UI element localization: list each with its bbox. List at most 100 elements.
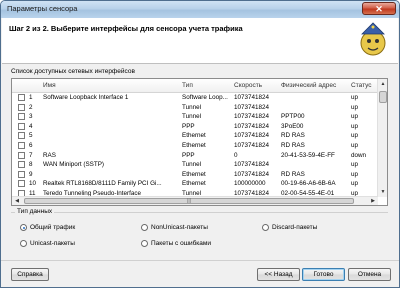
row-checkbox[interactable] xyxy=(18,151,25,159)
row-speed: 1073741824 xyxy=(234,113,270,121)
row-status: up xyxy=(351,161,359,169)
row-index: 9 xyxy=(29,170,33,178)
step-title: Шаг 2 из 2. Выберите интерфейсы для сенс… xyxy=(9,24,243,33)
table-row[interactable]: 8 WAN Miniport (SSTP) Tunnel 1073741824 … xyxy=(12,160,378,170)
row-status: up xyxy=(351,113,359,121)
scroll-up-icon[interactable]: ▲ xyxy=(378,79,387,89)
back-button[interactable]: << Назад xyxy=(257,268,300,281)
grip-icon: ||| xyxy=(187,198,191,204)
row-type: Ethernet xyxy=(182,180,206,188)
close-button[interactable]: ✕ xyxy=(362,2,396,15)
row-index: 2 xyxy=(29,103,33,111)
row-speed: 100000000 xyxy=(234,180,266,188)
table-row[interactable]: 10 Realtek RTL8168D/8111D Family PCI Gi.… xyxy=(12,179,378,189)
table-row[interactable]: 4 PPP 1073741824 3PoE00 up xyxy=(12,122,378,132)
row-mac: 3PoE00 xyxy=(281,122,304,130)
scroll-down-icon[interactable]: ▼ xyxy=(378,187,387,197)
table-row[interactable]: 9 Ethernet 1073741824 RD RAS up xyxy=(12,170,378,180)
row-mac: 20-41-53-59-4E-FF xyxy=(281,151,335,159)
cancel-button[interactable]: Отмена xyxy=(348,268,391,281)
row-checkbox[interactable] xyxy=(18,94,25,101)
table-row[interactable]: 7 RAS PPP 0 20-41-53-59-4E-FF down xyxy=(12,151,378,161)
row-type: PPP xyxy=(182,122,195,130)
column-header-mac[interactable]: Физический адрес xyxy=(281,82,336,89)
row-type: Tunnel xyxy=(182,113,202,121)
radio-icon[interactable] xyxy=(141,224,148,231)
row-name: RAS xyxy=(43,151,56,159)
row-index: 5 xyxy=(29,132,33,140)
radio-icon[interactable] xyxy=(262,224,269,231)
vertical-scrollbar[interactable]: ▲ ▼ xyxy=(377,79,387,197)
row-status: up xyxy=(351,94,359,101)
interfaces-table: Имя Тип Скорость Физический адрес Статус… xyxy=(11,78,388,206)
table-row[interactable]: 3 Tunnel 1073741824 PPTP00 up xyxy=(12,112,378,122)
row-checkbox[interactable] xyxy=(18,132,25,140)
traffic-type-legend: Тип данных xyxy=(15,208,55,215)
row-type: Software Loop... xyxy=(182,94,228,101)
row-checkbox[interactable] xyxy=(18,161,25,169)
row-checkbox[interactable] xyxy=(18,180,25,188)
traffic-type-group: Тип данных Общий трафик NonUnicast-пакет… xyxy=(11,208,388,257)
title-bar[interactable]: Параметры сенсора ✕ xyxy=(1,1,399,18)
row-speed: 1073741824 xyxy=(234,170,270,178)
vertical-scroll-thumb[interactable] xyxy=(379,91,387,103)
row-status: up xyxy=(351,122,359,130)
horizontal-scrollbar[interactable]: ◀ ||| ▶ xyxy=(12,196,378,205)
row-speed: 1073741824 xyxy=(234,161,270,169)
row-mac: RD RAS xyxy=(281,170,305,178)
table-header: Имя Тип Скорость Физический адрес Статус xyxy=(12,79,378,93)
radio-icon[interactable] xyxy=(141,240,148,247)
row-status: up xyxy=(351,132,359,140)
row-speed: 1073741824 xyxy=(234,94,270,101)
column-header-speed[interactable]: Скорость xyxy=(234,82,262,89)
row-mac: RD RAS xyxy=(281,132,305,140)
row-speed: 1073741824 xyxy=(234,141,270,149)
table-body: 1 Software Loopback Interface 1 Software… xyxy=(12,93,378,199)
row-index: 6 xyxy=(29,141,33,149)
row-checkbox[interactable] xyxy=(18,141,25,149)
row-checkbox[interactable] xyxy=(18,122,25,130)
row-speed: 1073741824 xyxy=(234,132,270,140)
scroll-left-icon[interactable]: ◀ xyxy=(12,197,22,205)
row-status: up xyxy=(351,180,359,188)
row-status: up xyxy=(351,170,359,178)
scroll-right-icon[interactable]: ▶ xyxy=(368,197,378,205)
row-mac: 00-19-66-A6-6B-6A xyxy=(281,180,336,188)
row-speed: 1073741824 xyxy=(234,122,270,130)
wizard-icon xyxy=(360,22,386,56)
table-row[interactable]: 5 Ethernet 1073741824 RD RAS up xyxy=(12,131,378,141)
row-type: Tunnel xyxy=(182,161,202,169)
table-row[interactable]: 2 Tunnel 1073741824 up xyxy=(12,103,378,113)
column-header-status[interactable]: Статус xyxy=(351,82,372,89)
row-checkbox[interactable] xyxy=(18,103,25,111)
radio-label: Пакеты с ошибками xyxy=(151,240,211,247)
row-status: up xyxy=(351,141,359,149)
finish-button[interactable]: Готово xyxy=(302,268,345,281)
table-row[interactable]: 6 Ethernet 1073741824 RD RAS up xyxy=(12,141,378,151)
row-type: Ethernet xyxy=(182,170,206,178)
row-name: WAN Miniport (SSTP) xyxy=(43,161,104,169)
row-index: 1 xyxy=(29,94,33,101)
row-speed: 0 xyxy=(234,151,238,159)
row-type: PPP xyxy=(182,151,195,159)
row-index: 10 xyxy=(29,180,37,188)
row-checkbox[interactable] xyxy=(18,170,25,178)
row-mac: RD RAS xyxy=(281,141,305,149)
radio-icon[interactable] xyxy=(20,240,27,247)
radio-label: Общий трафик xyxy=(30,224,76,231)
row-index: 7 xyxy=(29,151,33,159)
radio-selected-icon[interactable] xyxy=(20,224,27,231)
column-header-name[interactable]: Имя xyxy=(43,82,56,89)
help-button[interactable]: Справка xyxy=(11,268,49,281)
row-checkbox[interactable] xyxy=(18,113,25,121)
radio-label: Unicast-пакеты xyxy=(30,240,75,247)
row-index: 3 xyxy=(29,113,33,121)
radio-label: NonUnicast-пакеты xyxy=(151,224,208,231)
horizontal-scroll-thumb[interactable]: ||| xyxy=(24,198,354,204)
close-icon: ✕ xyxy=(375,4,383,14)
row-status: down xyxy=(351,151,367,159)
row-type: Ethernet xyxy=(182,132,206,140)
column-header-type[interactable]: Тип xyxy=(182,82,193,89)
radio-label: Discard-пакеты xyxy=(272,224,318,231)
table-row[interactable]: 1 Software Loopback Interface 1 Software… xyxy=(12,93,378,103)
